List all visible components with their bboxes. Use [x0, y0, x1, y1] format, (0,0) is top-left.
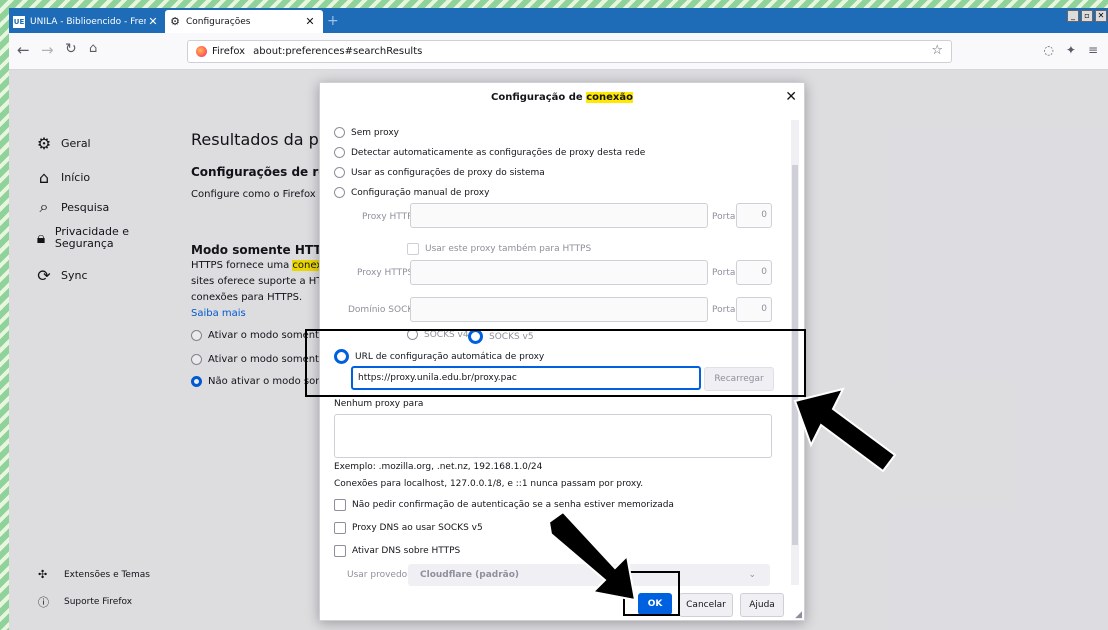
- checkbox-label: Ativar DNS sobre HTTPS: [352, 546, 461, 556]
- checkbox[interactable]: [407, 243, 419, 255]
- chevron-down-icon: ⌄: [748, 570, 756, 580]
- option-manual-proxy[interactable]: Configuração manual de proxy: [334, 187, 489, 198]
- dialog-title-highlight: conexão: [586, 92, 633, 103]
- maximize-icon[interactable]: ▫: [1081, 10, 1093, 22]
- http-port-input[interactable]: 0: [736, 203, 772, 228]
- radio-label: Sem proxy: [351, 127, 399, 138]
- provider-value: Cloudflare (padrão): [420, 570, 520, 580]
- tab-configuracoes[interactable]: ⚙ Configurações ✕: [165, 10, 323, 33]
- localhost-note: Conexões para localhost, 127.0.0.1/8, e …: [334, 479, 644, 489]
- close-tab-icon[interactable]: ✕: [146, 15, 160, 28]
- checkbox[interactable]: [334, 545, 346, 557]
- home-icon[interactable]: ⌂: [89, 41, 97, 56]
- checkbox[interactable]: [334, 499, 346, 511]
- tab-label: Configurações: [186, 16, 251, 27]
- radio-label: Detectar automaticamente as configuraçõe…: [351, 147, 646, 158]
- no-proxy-textarea[interactable]: [334, 414, 772, 458]
- reload-icon[interactable]: ↻: [65, 41, 77, 57]
- nav-bar: ← → ↻ ⌂ Firefox about:preferences#search…: [9, 33, 1108, 70]
- port-value: 0: [761, 267, 767, 277]
- radio[interactable]: [334, 187, 345, 198]
- dialog-title-text: Configuração de: [491, 92, 587, 103]
- also-https-checkbox[interactable]: Usar este proxy também para HTTPS: [407, 243, 591, 255]
- forward-icon[interactable]: →: [41, 41, 54, 59]
- pocket-icon[interactable]: ◌: [1043, 43, 1053, 57]
- https-proxy-label: Proxy HTTPS: [357, 268, 414, 278]
- radio[interactable]: [334, 167, 345, 178]
- radio-label: Usar as configurações de proxy do sistem…: [351, 167, 545, 178]
- window-controls: _ ▫ ✕: [1066, 8, 1108, 24]
- http-proxy-label: Proxy HTTP: [362, 212, 413, 222]
- tab-label: UNILA - Biblioencido - Frente: [30, 16, 146, 27]
- socks-host-input[interactable]: [410, 297, 708, 322]
- radio[interactable]: [334, 147, 345, 158]
- example-hint: Exemplo: .mozilla.org, .net.nz, 192.168.…: [334, 462, 543, 472]
- cancel-button[interactable]: Cancelar: [679, 593, 733, 617]
- bookmark-star-icon[interactable]: ☆: [931, 43, 943, 58]
- back-icon[interactable]: ←: [17, 41, 30, 59]
- https-port-label: Porta: [712, 268, 736, 278]
- checkbox-label: Usar este proxy também para HTTPS: [425, 244, 592, 254]
- radio-label: Configuração manual de proxy: [351, 187, 490, 198]
- help-button[interactable]: Ajuda: [740, 593, 784, 617]
- close-window-icon[interactable]: ✕: [1095, 10, 1107, 22]
- port-value: 0: [761, 304, 767, 314]
- close-icon[interactable]: ✕: [785, 89, 797, 105]
- firefox-icon: [196, 46, 207, 57]
- dialog-title: Configuração de conexão: [320, 83, 804, 113]
- browser-window: UE UNILA - Biblioencido - Frente ✕ ⚙ Con…: [9, 8, 1108, 630]
- socks-port-input[interactable]: 0: [736, 297, 772, 322]
- socks-label: Domínio SOCKS: [348, 305, 419, 315]
- pac-highlight-box: [305, 329, 806, 397]
- proxy-dns-checkbox[interactable]: Proxy DNS ao usar SOCKS v5: [334, 522, 483, 534]
- tab-bar: UE UNILA - Biblioencido - Frente ✕ ⚙ Con…: [9, 8, 1108, 33]
- firefox-badge-label: Firefox: [212, 46, 246, 57]
- https-proxy-input[interactable]: [410, 260, 708, 285]
- option-no-proxy[interactable]: Sem proxy: [334, 127, 399, 138]
- resize-grip-icon[interactable]: ◢: [795, 610, 802, 620]
- toolbar-right: ◌ ✦ ≡: [1043, 43, 1098, 57]
- close-tab-icon[interactable]: ✕: [303, 15, 317, 28]
- checkbox-label: Proxy DNS ao usar SOCKS v5: [352, 523, 483, 533]
- dns-over-https-checkbox[interactable]: Ativar DNS sobre HTTPS: [334, 545, 460, 557]
- minimize-icon[interactable]: _: [1067, 10, 1079, 22]
- url-bar[interactable]: Firefox about:preferences#searchResults …: [187, 40, 952, 63]
- gear-icon: ⚙: [170, 15, 180, 28]
- no-proxy-label: Nenhum proxy para: [334, 399, 424, 409]
- extension-icon[interactable]: ✦: [1066, 43, 1076, 57]
- https-port-input[interactable]: 0: [736, 260, 772, 285]
- http-proxy-input[interactable]: [410, 203, 708, 228]
- provider-label: Usar provedor: [347, 570, 411, 580]
- socks-port-label: Porta: [712, 305, 736, 315]
- radio[interactable]: [334, 127, 345, 138]
- unila-favicon: UE: [13, 15, 25, 28]
- new-tab-icon[interactable]: +: [327, 13, 339, 29]
- option-system-proxy[interactable]: Usar as configurações de proxy do sistem…: [334, 167, 545, 178]
- checkbox[interactable]: [334, 522, 346, 534]
- url-text: about:preferences#searchResults: [253, 46, 423, 57]
- arrow-icon: [793, 387, 897, 473]
- option-auto-detect[interactable]: Detectar automaticamente as configuraçõe…: [334, 147, 645, 158]
- menu-icon[interactable]: ≡: [1088, 43, 1098, 57]
- port-value: 0: [761, 210, 767, 220]
- http-port-label: Porta: [712, 212, 736, 222]
- tab-unila[interactable]: UE UNILA - Biblioencido - Frente ✕: [9, 10, 166, 33]
- firefox-badge: Firefox: [196, 46, 245, 57]
- arrow-icon: [547, 510, 637, 602]
